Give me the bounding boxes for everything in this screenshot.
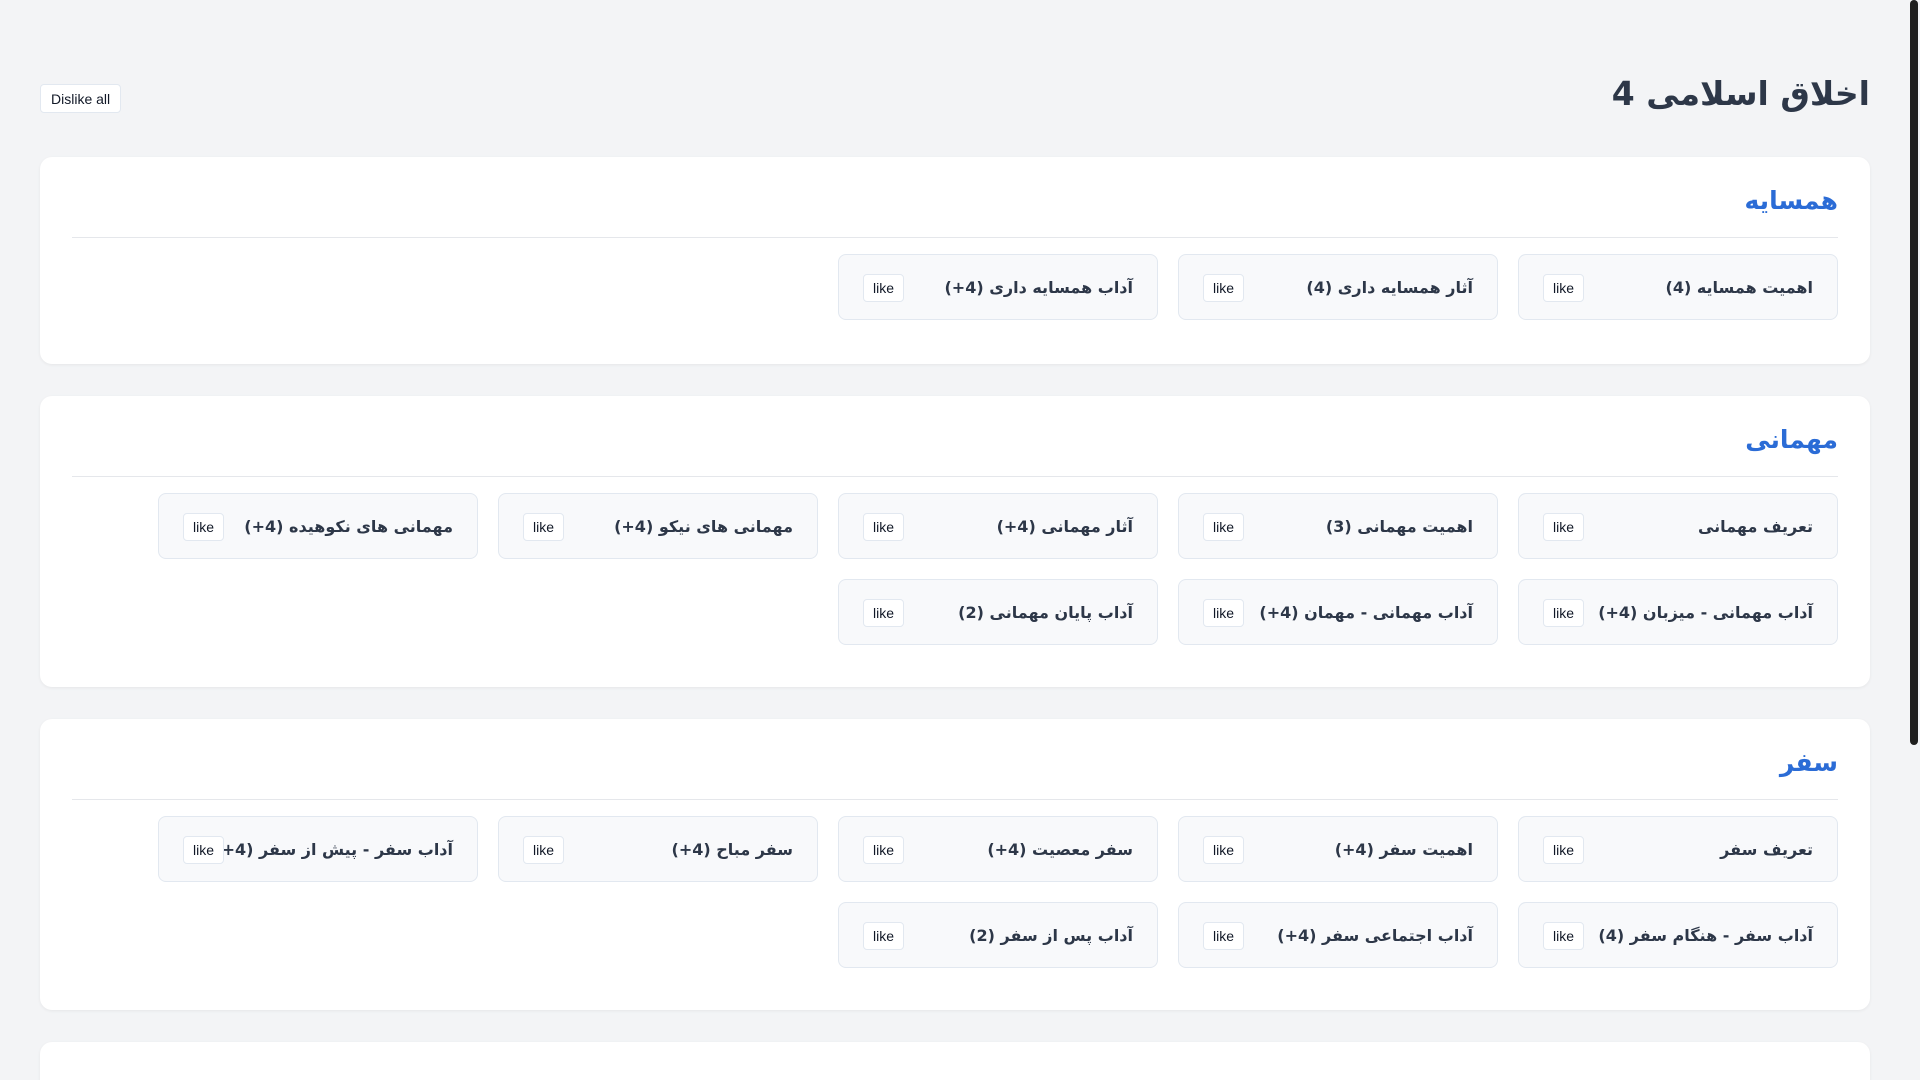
card-grid: تعریف مهمانی like اهمیت مهمانی (3) like آثار… (72, 493, 1838, 645)
topic-card-label: آداب سفر - هنگام سفر (4) (1598, 926, 1813, 945)
topic-card: اهمیت مهمانی (3) like (1178, 493, 1498, 559)
like-button[interactable]: like (1203, 274, 1245, 302)
topic-card-label: آثار مهمانی (4+) (996, 517, 1133, 536)
like-button[interactable]: like (1543, 922, 1585, 950)
like-button[interactable]: like (1543, 513, 1585, 541)
topic-card-label: آداب همسایه داری (4+) (944, 278, 1133, 297)
topic-card: آداب همسایه داری (4+) like (838, 254, 1158, 320)
topic-card: اهمیت همسایه (4) like (1518, 254, 1838, 320)
topic-card: آداب سفر - پیش از سفر (4+) like (158, 816, 478, 882)
like-button[interactable]: like (863, 836, 905, 864)
topic-card: آداب پس از سفر (2) like (838, 902, 1158, 968)
topic-card: آداب مهمانی - میزبان (4+) like (1518, 579, 1838, 645)
section-divider (72, 799, 1838, 800)
section-title: مهمانی (1745, 425, 1838, 454)
card-grid: تعریف سفر like اهمیت سفر (4+) like سفر معصیت… (72, 816, 1838, 968)
topic-card-label: اهمیت مهمانی (3) (1325, 517, 1473, 536)
topic-card-label: اهمیت سفر (4+) (1334, 840, 1473, 859)
like-button[interactable]: like (1203, 836, 1245, 864)
section-divider (72, 476, 1838, 477)
topic-card-label: مهمانی های نکوهیده (4+) (244, 517, 453, 536)
like-button[interactable]: like (523, 836, 565, 864)
topic-card-label: سفر مباح (4+) (671, 840, 794, 859)
topic-card: آداب پایان مهمانی (2) like (838, 579, 1158, 645)
topic-card-label: آداب مهمانی - مهمان (4+) (1259, 603, 1473, 622)
section-neighbor: همسایه اهمیت همسایه (4) like آثار همسایه د… (40, 157, 1870, 364)
scrollbar-thumb[interactable] (1910, 0, 1918, 745)
page: اخلاق اسلامی 4 Dislike all همسایه اهمیت … (40, 0, 1870, 1080)
like-button[interactable]: like (863, 599, 905, 627)
topic-card: آداب اجتماعی سفر (4+) like (1178, 902, 1498, 968)
card-grid: اهمیت همسایه (4) like آثار همسایه داری (4)… (72, 254, 1838, 320)
page-header: اخلاق اسلامی 4 Dislike all (40, 70, 1870, 118)
topic-card-label: آداب اجتماعی سفر (4+) (1277, 926, 1473, 945)
section-hospitality: مهمانی تعریف مهمانی like اهمیت مهمانی (3) l… (40, 396, 1870, 687)
like-button[interactable]: like (1203, 599, 1245, 627)
like-button[interactable]: like (1543, 836, 1585, 864)
topic-card: تعریف سفر like (1518, 816, 1838, 882)
section-title: سفر (1779, 748, 1838, 777)
topic-card-label: آثار همسایه داری (4) (1306, 278, 1473, 297)
topic-card: آداب مهمانی - مهمان (4+) like (1178, 579, 1498, 645)
topic-card: آثار مهمانی (4+) like (838, 493, 1158, 559)
like-button[interactable]: like (863, 274, 905, 302)
topic-card-label: آداب پایان مهمانی (2) (958, 603, 1133, 622)
like-button[interactable]: like (523, 513, 565, 541)
section-title: همسایه (1744, 186, 1838, 215)
topic-card: تعریف مهمانی like (1518, 493, 1838, 559)
topic-card-label: مهمانی های نیکو (4+) (614, 517, 793, 536)
topic-card-label: سفر معصیت (4+) (987, 840, 1133, 859)
section-travel: سفر تعریف سفر like اهمیت سفر (4+) like سفر م… (40, 719, 1870, 1010)
dislike-all-button[interactable]: Dislike all (40, 84, 122, 113)
topic-card-label: تعریف مهمانی (1697, 517, 1813, 536)
topic-card-label: آداب پس از سفر (2) (969, 926, 1133, 945)
topic-card: آداب سفر - هنگام سفر (4) like (1518, 902, 1838, 968)
like-button[interactable]: like (1203, 922, 1245, 950)
topic-card: اهمیت سفر (4+) like (1178, 816, 1498, 882)
topic-card: آثار همسایه داری (4) like (1178, 254, 1498, 320)
like-button[interactable]: like (1543, 274, 1585, 302)
like-button[interactable]: like (183, 836, 225, 864)
section-next (40, 1042, 1870, 1080)
page-title: اخلاق اسلامی 4 (1611, 74, 1870, 113)
topic-card-label: اهمیت همسایه (4) (1665, 278, 1814, 297)
topic-card: سفر معصیت (4+) like (838, 816, 1158, 882)
topic-card-label: تعریف سفر (1720, 840, 1813, 859)
topic-card: مهمانی های نیکو (4+) like (498, 493, 818, 559)
topic-card-label: آداب مهمانی - میزبان (4+) (1598, 603, 1813, 622)
like-button[interactable]: like (863, 922, 905, 950)
like-button[interactable]: like (1543, 599, 1585, 627)
topic-card: سفر مباح (4+) like (498, 816, 818, 882)
section-divider (72, 237, 1838, 238)
like-button[interactable]: like (1203, 513, 1245, 541)
topic-card-label: آداب سفر - پیش از سفر (4+) (214, 840, 453, 859)
like-button[interactable]: like (863, 513, 905, 541)
topic-card: مهمانی های نکوهیده (4+) like (158, 493, 478, 559)
like-button[interactable]: like (183, 513, 225, 541)
